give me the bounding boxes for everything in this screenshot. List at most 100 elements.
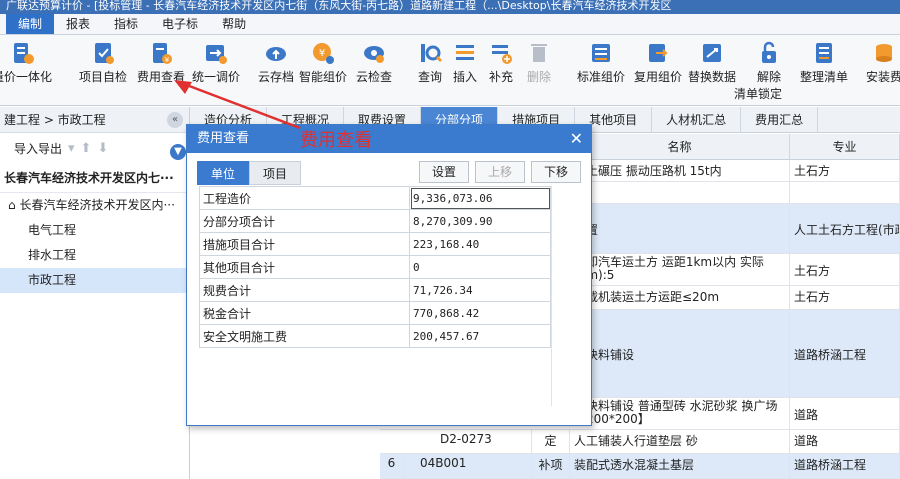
window-title: 广联达预算计价 - [投标管理 - 长春汽车经济技术开发区内七街（东风大街-丙七… <box>0 0 900 14</box>
project-check-icon <box>95 43 114 64</box>
table-row[interactable]: 6 04B001 补项 装配式透水混凝土基层 道路桥涵工程 <box>380 454 900 479</box>
cost-row[interactable]: 规费合计 71,726.34 <box>199 278 551 302</box>
menu-help[interactable]: 帮助 <box>210 14 258 34</box>
row-unit: 定 <box>532 430 570 453</box>
move-down-icon[interactable]: ⬇ <box>97 141 108 156</box>
replace-data-label: 替换数据 <box>687 70 736 84</box>
row-code: D2-0273 <box>436 430 532 453</box>
cost-name: 规费合计 <box>199 278 410 302</box>
close-icon[interactable]: ✕ <box>570 125 583 153</box>
dropdown-caret-icon[interactable]: ▾ <box>68 141 75 156</box>
cost-name: 措施项目合计 <box>199 232 410 256</box>
menu-e-bid[interactable]: 电子标 <box>150 14 210 34</box>
cloud-check-label: 云检查 <box>355 70 392 84</box>
unlock-icon <box>762 41 776 63</box>
replace-data-icon <box>703 44 721 62</box>
annotation-label: 费用查看 <box>300 130 372 151</box>
tree-root-label: 长春汽车经济技术开发区内··· <box>19 198 175 212</box>
row-name: 装配式透水混凝土基层 <box>570 454 790 478</box>
tab-project[interactable]: 项目 <box>249 161 301 185</box>
cost-row[interactable]: 其他项目合计 0 <box>199 255 551 279</box>
quantity-price-icon <box>14 43 34 64</box>
tree-root-item[interactable]: ⌂ 长春汽车经济技术开发区内··· <box>0 193 189 218</box>
row-specialty <box>790 182 900 203</box>
ribbon-toolbar: 量价一体化 项目自检 ¥ 费用查看 统一调价 云存档 ¥ 智能组价 云检查 查询… <box>0 35 900 106</box>
tree-toolbar: 导入导出 ▾ ⬆ ⬇ <box>0 133 189 163</box>
cost-view-dialog: 费用查看 ✕ 单位 项目 设置 上移 下移 工程造价 9,336,073.06 分… <box>186 124 592 426</box>
dialog-scroll-area <box>551 186 581 406</box>
tab-unit[interactable]: 单位 <box>197 161 249 185</box>
row-name: 弃置 <box>570 204 790 253</box>
row-specialty: 道路 <box>790 430 900 453</box>
delete-button[interactable]: 删除 <box>507 39 571 85</box>
tab-fee-summary[interactable]: 费用汇总 <box>741 107 819 132</box>
cost-row[interactable]: 税金合计 770,868.42 <box>199 301 551 325</box>
cost-row[interactable]: 分部分项合计 8,270,309.90 <box>199 209 551 233</box>
row-specialty: 土石方 <box>790 160 900 181</box>
replace-data-button[interactable]: 替换数据 <box>680 39 744 85</box>
tree-item-municipal[interactable]: 市政工程 <box>0 268 189 293</box>
move-up-button[interactable]: 上移 <box>475 161 525 183</box>
move-down-button[interactable]: 下移 <box>531 161 581 183</box>
row-specialty: 道路桥涵工程 <box>790 454 900 478</box>
project-check-button[interactable]: 项目自检 <box>71 39 135 85</box>
standard-pricing-label: 标准组价 <box>576 70 625 84</box>
row-name: 道块料铺设 <box>570 310 790 397</box>
quantity-price-button[interactable]: 量价一体化 <box>0 39 54 85</box>
project-check-label: 项目自检 <box>78 70 127 84</box>
table-row[interactable]: D2-0273 定 人工铺装人行道垫层 砂 道路 <box>380 430 900 454</box>
install-fee-button[interactable]: 安装费 <box>852 39 900 85</box>
cost-value: 223,168.40 <box>409 232 551 256</box>
cost-value: 0 <box>409 255 551 279</box>
install-fee-label: 安装费 <box>865 70 900 84</box>
organize-list-button[interactable]: 整理清单 <box>792 39 856 85</box>
project-name: 长春汽车经济技术开发区内七··· <box>0 163 189 193</box>
home-icon: ⌂ <box>8 198 16 212</box>
expand-down-icon[interactable]: ▼ <box>170 144 186 160</box>
row-unit: 补项 <box>532 454 570 478</box>
annotation-arrow-icon <box>174 80 301 130</box>
cost-view-icon: ¥ <box>153 43 172 64</box>
cost-value: 9,336,073.06 <box>409 186 551 210</box>
row-name: 人工铺装人行道垫层 砂 <box>570 430 790 453</box>
move-up-icon[interactable]: ⬆ <box>81 141 92 156</box>
delete-label: 删除 <box>526 70 551 84</box>
cost-row[interactable]: 安全文明施工费 200,457.67 <box>199 324 551 348</box>
cost-name: 分部分项合计 <box>199 209 410 233</box>
import-export-button[interactable]: 导入导出 <box>14 140 62 157</box>
organize-list-icon <box>816 43 832 63</box>
tab-labor-material-summary[interactable]: 人材机汇总 <box>652 107 742 132</box>
row-name: 装载机装运土方运距≤20m <box>570 286 790 309</box>
row-name: 自卸汽车运土方 运距1km以内 实际(0m):5 <box>570 254 790 285</box>
standard-pricing-button[interactable]: 标准组价 <box>569 39 633 85</box>
menu-bar: 编制 报表 指标 电子标 帮助 <box>0 14 900 35</box>
row-specialty: 土石方 <box>790 286 900 309</box>
quantity-price-label: 量价一体化 <box>0 70 52 84</box>
header-specialty: 专业 <box>790 134 900 160</box>
breadcrumb: 建工程 > 市政工程 <box>0 107 189 133</box>
delete-icon <box>531 44 547 62</box>
organize-list-label: 整理清单 <box>799 70 848 84</box>
dialog-tab-bar: 单位 项目 <box>197 161 301 185</box>
cost-name: 工程造价 <box>199 186 410 210</box>
unlock-sub-label: 清单锁定 <box>734 87 783 101</box>
cost-name: 税金合计 <box>199 301 410 325</box>
tree-item-electrical[interactable]: 电气工程 <box>0 218 189 243</box>
cost-row[interactable]: 措施项目合计 223,168.40 <box>199 232 551 256</box>
cost-row-total[interactable]: 工程造价 9,336,073.06 <box>199 186 551 210</box>
row-seq: 6 <box>380 454 404 478</box>
install-fee-icon <box>876 44 892 62</box>
unified-adjust-icon <box>206 45 227 64</box>
smart-pricing-icon: ¥ <box>313 43 334 64</box>
menu-index[interactable]: 指标 <box>102 14 150 34</box>
row-specialty: 土石方 <box>790 254 900 285</box>
tree-item-drainage[interactable]: 排水工程 <box>0 243 189 268</box>
menu-edit[interactable]: 编制 <box>6 14 55 34</box>
settings-button[interactable]: 设置 <box>419 161 469 183</box>
cost-table: 工程造价 9,336,073.06 分部分项合计 8,270,309.90 措施项目… <box>199 186 551 348</box>
reuse-pricing-icon <box>649 44 668 62</box>
cloud-check-button[interactable]: 云检查 <box>342 39 406 85</box>
menu-report[interactable]: 报表 <box>54 14 102 34</box>
row-name: 填土碾压 振动压路机 15t内 <box>570 160 790 181</box>
breadcrumb-text: 建工程 > 市政工程 <box>4 113 106 127</box>
